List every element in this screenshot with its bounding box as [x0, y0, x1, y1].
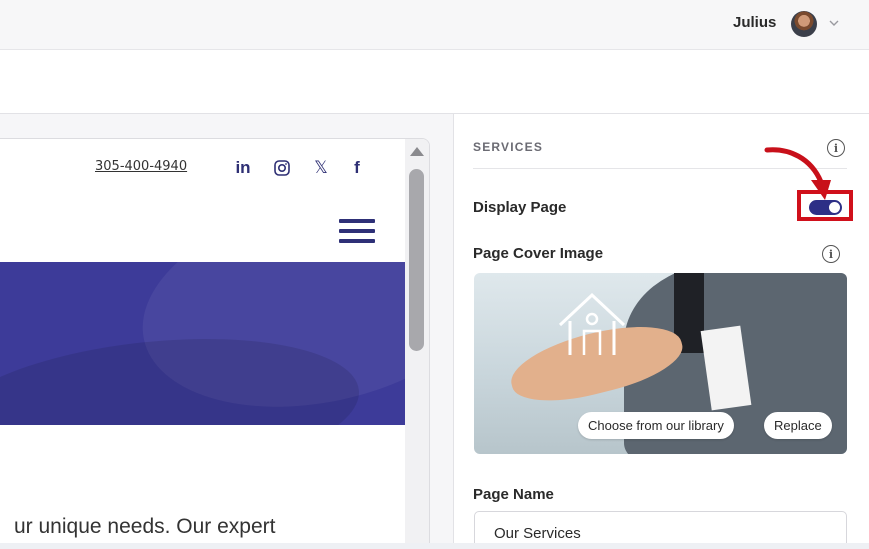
replace-button[interactable]: Replace [764, 412, 832, 439]
facebook-icon[interactable]: f [349, 157, 365, 179]
settings-sidebar: SERVICES i Display Page Page Cover Image… [453, 114, 869, 549]
bottom-strip [0, 543, 869, 549]
user-name[interactable]: Julius [733, 14, 776, 31]
scroll-thumb[interactable] [409, 169, 424, 351]
chevron-down-icon[interactable] [828, 17, 840, 29]
hero-banner [0, 262, 405, 425]
hamburger-menu-icon[interactable] [339, 219, 375, 243]
preview-body-text: ur unique needs. Our expert [14, 515, 276, 538]
cover-image-label: Page Cover Image [473, 245, 604, 262]
house-icon [558, 292, 626, 355]
page-name-label: Page Name [473, 486, 554, 503]
preview-scrollbar[interactable] [405, 139, 429, 548]
sub-bar [0, 50, 869, 114]
x-icon[interactable]: 𝕏 [310, 157, 332, 179]
cover-image: Choose from our library Replace [474, 273, 847, 454]
section-title: SERVICES [473, 140, 544, 154]
scroll-up-icon[interactable] [410, 147, 424, 156]
phone-link[interactable]: 305-400-4940 [95, 159, 187, 174]
instagram-icon[interactable] [273, 157, 291, 179]
toggle-knob [829, 202, 840, 213]
display-page-toggle[interactable] [809, 200, 842, 215]
linkedin-icon[interactable]: in [232, 157, 254, 179]
avatar[interactable] [791, 11, 817, 37]
top-bar: Julius [0, 0, 869, 50]
display-page-toggle-highlight [797, 190, 853, 221]
info-icon[interactable]: i [822, 245, 840, 263]
page-preview: 305-400-4940 in 𝕏 f ur unique needs. Our… [0, 138, 430, 549]
choose-from-library-button[interactable]: Choose from our library [578, 412, 734, 439]
display-page-label: Display Page [473, 199, 567, 216]
